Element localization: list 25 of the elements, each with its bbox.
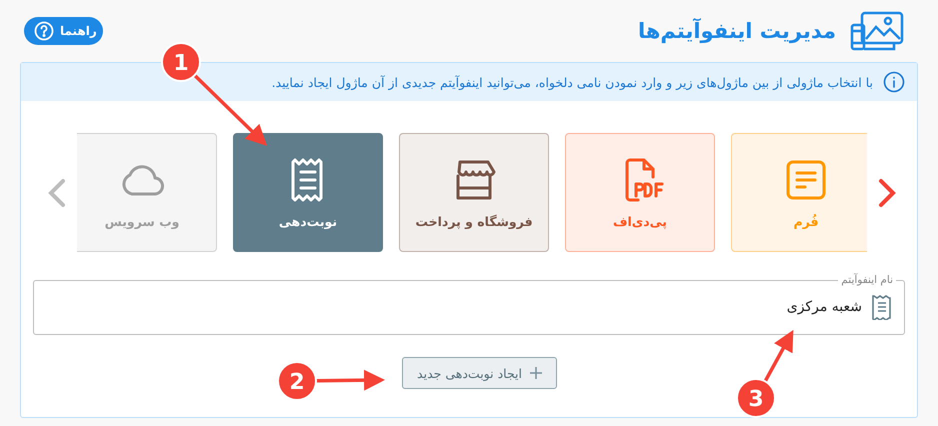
module-label: فُرم (793, 214, 819, 229)
info-text: با انتخاب ماژولی از بین ماژول‌های زیر و وارد نمودن نامی دلخواه، می‌توانید اینفوآیتم جدیدی از آن ماژول ایجاد نمایید. (272, 74, 873, 90)
help-button[interactable]: راهنما (24, 17, 103, 45)
receipt-icon (872, 294, 892, 320)
field-value: شعبه مرکزی (786, 299, 862, 315)
module-label: نوبت‌دهی (278, 214, 338, 229)
module-card[interactable]: وب سرویس (77, 133, 217, 252)
plus-icon (530, 367, 542, 379)
field-label: نام اینفوآیتم (840, 274, 894, 286)
module-card[interactable]: نوبت‌دهی (233, 133, 383, 252)
info-icon (883, 71, 905, 93)
annotation-number: 1 (173, 51, 189, 76)
module-card[interactable]: فروشگاه و پرداخت (399, 133, 549, 252)
annotation-marker (277, 361, 317, 401)
question-icon (34, 21, 54, 41)
page-title: مدیریت اینفوآیتم‌ها (638, 19, 836, 43)
annotation-number: 3 (748, 387, 764, 412)
module-card[interactable]: پی‌دی‌اف (565, 133, 715, 252)
name-field[interactable]: نام اینفوآیتم شعبه مرکزی (33, 274, 905, 335)
create-button[interactable]: ایجاد نوبت‌دهی جدید (402, 357, 557, 389)
module-label: فروشگاه و پرداخت (415, 214, 533, 229)
gallery-icon (848, 11, 906, 51)
module-label: پی‌دی‌اف (612, 214, 668, 229)
module-label: وب سرویس (104, 214, 180, 229)
annotation-number: 2 (289, 370, 305, 395)
